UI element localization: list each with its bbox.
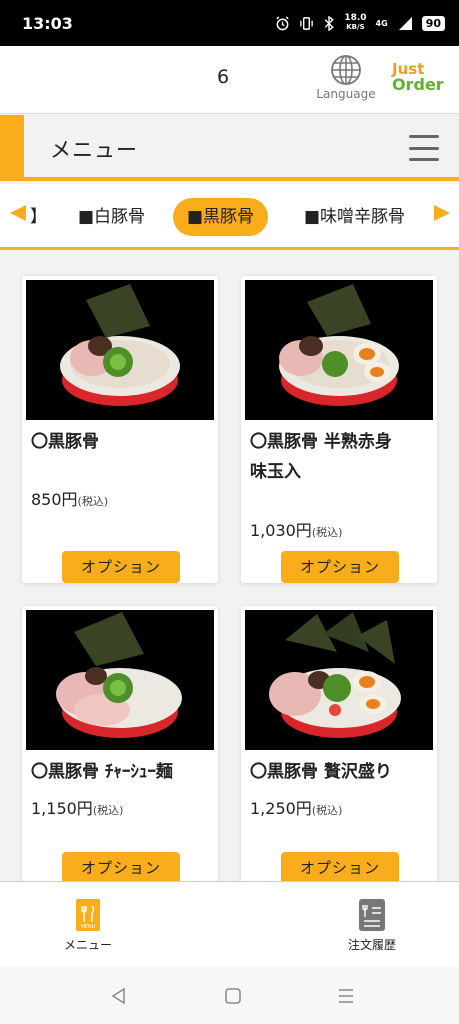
order-history-icon: [359, 899, 385, 931]
menu-book-icon: MENU: [76, 899, 100, 931]
menu-item-name-line1: 〇黒豚骨: [31, 432, 99, 452]
table-number: 6: [217, 66, 230, 88]
status-icons: 18.0 KB/S 4G 90: [275, 14, 445, 32]
option-button[interactable]: オプション: [281, 852, 399, 881]
network-type: 4G: [375, 18, 388, 28]
title-underline: [0, 177, 459, 181]
nav-history-label: 注文履歴: [347, 938, 396, 952]
option-button[interactable]: オプション: [62, 852, 180, 881]
vibrate-icon: [300, 16, 314, 30]
app-header: 6 Language Just Order: [0, 46, 459, 114]
menu-card[interactable]: 〇黒豚骨 半熟赤身 味玉入 1,030円(税込) オプション: [241, 276, 437, 583]
logo-line2: Order: [392, 75, 444, 94]
ramen-photo: [245, 280, 433, 420]
globe-icon: [331, 55, 361, 85]
alarm-icon: [276, 15, 289, 30]
home-icon[interactable]: [222, 986, 244, 1006]
bluetooth-icon: [325, 15, 335, 31]
just-order-logo: Just Order: [392, 62, 444, 94]
network-speed-value: 18.0: [344, 13, 367, 23]
category-tab-partial[interactable]: 】: [30, 198, 44, 236]
language-button[interactable]: Language: [314, 54, 378, 101]
price-value: 1,030円: [250, 521, 312, 540]
battery-indicator: 90: [421, 15, 445, 31]
network-speed-unit: KB/S: [346, 23, 365, 31]
menu-item-name: 〇黒豚骨 ﾁｬｰｼｭｰ麺: [31, 757, 211, 787]
menu-item-price: 1,250円(税込): [250, 795, 342, 819]
back-icon[interactable]: [108, 986, 130, 1006]
system-nav-bar: [0, 967, 459, 1024]
menu-grid: 〇黒豚骨 850円(税込) オプション 〇黒豚骨 半熟赤身 味玉入 1,030円…: [0, 253, 459, 881]
price-value: 1,250円: [250, 799, 312, 818]
menu-item-name-line1: 〇黒豚骨 半熟赤身: [250, 432, 392, 452]
app-screen: 13:03 18.0 KB/S 4G 90 6 Language Just Ord…: [0, 0, 459, 1024]
bottom-nav: MENU メニュー 注文履歴: [0, 881, 459, 967]
tax-label: (税込): [77, 495, 109, 508]
ramen-photo: [245, 610, 433, 750]
menu-item-name-line1: 〇黒豚骨 贅沢盛り: [250, 762, 392, 782]
category-tab-kuro-tonkotsu[interactable]: ■黒豚骨: [173, 198, 269, 236]
ramen-photo: [26, 610, 214, 750]
category-tab-shiro-tonkotsu[interactable]: ■白豚骨: [78, 198, 145, 236]
tax-label: (税込): [311, 526, 343, 539]
language-label: Language: [316, 87, 376, 101]
status-time: 13:03: [22, 13, 73, 33]
nav-menu-label: メニュー: [63, 938, 112, 952]
menu-item-price: 850円(税込): [31, 486, 108, 510]
tax-label: (税込): [92, 804, 124, 817]
menu-card[interactable]: 〇黒豚骨 贅沢盛り 1,250円(税込) オプション: [241, 606, 437, 881]
price-value: 850円: [31, 490, 78, 509]
option-button[interactable]: オプション: [281, 551, 399, 583]
menu-item-name-line1: 〇黒豚骨 ﾁｬｰｼｭｰ麺: [31, 762, 173, 782]
option-button[interactable]: オプション: [62, 551, 180, 583]
menu-book-icon-text: MENU: [81, 924, 96, 930]
menu-item-name: 〇黒豚骨 半熟赤身 味玉入: [250, 427, 430, 487]
page-title: メニュー: [50, 138, 138, 162]
menu-card[interactable]: 〇黒豚骨 850円(税込) オプション: [22, 276, 218, 583]
ramen-photo: [26, 280, 214, 420]
scroll-right-arrow-icon[interactable]: [434, 205, 450, 221]
menu-item-price: 1,150円(税込): [31, 795, 123, 819]
menu-card[interactable]: 〇黒豚骨 ﾁｬｰｼｭｰ麺 1,150円(税込) オプション: [22, 606, 218, 881]
category-tabs: 】 ■白豚骨 ■黒豚骨 ■味噌辛豚骨: [0, 184, 459, 250]
title-bar: メニュー: [0, 115, 459, 181]
recents-icon[interactable]: [335, 986, 357, 1006]
menu-item-name-line2: 味玉入: [250, 462, 301, 482]
network-speed: 18.0 KB/S: [344, 14, 366, 32]
status-bar: 13:03 18.0 KB/S 4G 90: [0, 0, 459, 46]
hamburger-menu-icon[interactable]: [409, 135, 439, 161]
menu-item-price: 1,030円(税込): [250, 517, 342, 541]
price-value: 1,150円: [31, 799, 93, 818]
tax-label: (税込): [311, 804, 343, 817]
menu-item-name: 〇黒豚骨: [31, 427, 211, 457]
category-tab-miso-kara-tonkotsu[interactable]: ■味噌辛豚骨: [304, 198, 405, 236]
signal-icon: [398, 16, 412, 30]
nav-order-history[interactable]: 注文履歴: [340, 898, 404, 953]
nav-menu[interactable]: MENU メニュー: [58, 898, 118, 953]
title-accent: [0, 115, 24, 181]
scroll-left-arrow-icon[interactable]: [10, 205, 26, 221]
menu-item-name: 〇黒豚骨 贅沢盛り: [250, 757, 430, 787]
